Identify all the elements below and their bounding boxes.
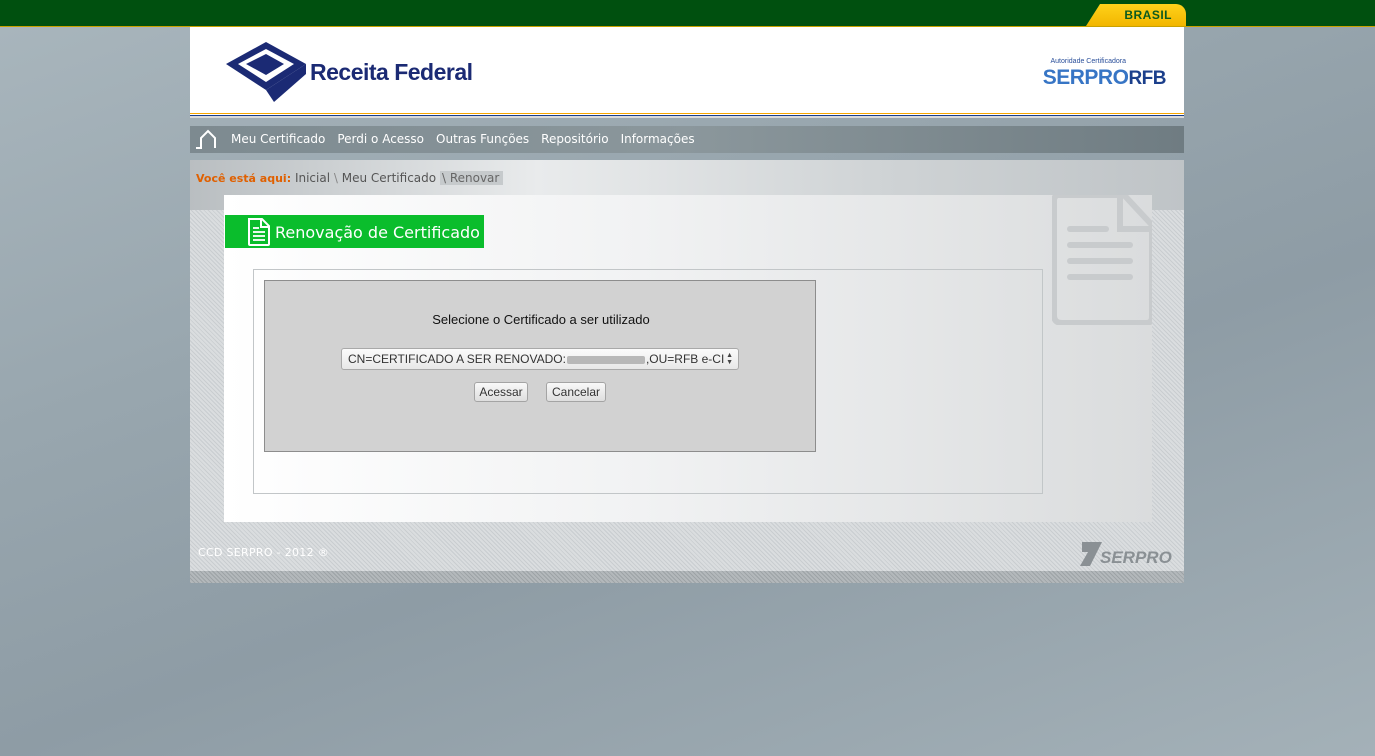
brasil-label: BRASIL	[1124, 8, 1172, 22]
nav-item-repositorio[interactable]: Repositório	[541, 132, 608, 146]
cancelar-button[interactable]: Cancelar	[546, 382, 606, 402]
breadcrumb-label: Você está aqui:	[196, 172, 292, 185]
brasil-link[interactable]: BRASIL	[1086, 4, 1186, 26]
serpro-logo-text: SERPRO	[1100, 548, 1172, 567]
section-title-bar: Renovação de Certificado	[225, 215, 484, 248]
certificate-select[interactable]: CN=CERTIFICADO A SER RENOVADO: ,OU=RFB e-…	[341, 348, 739, 370]
section-title: Renovação de Certificado	[275, 223, 480, 242]
acessar-button[interactable]: Acessar	[474, 382, 528, 402]
serpro-rfb-logo-suffix: RFB	[1128, 68, 1166, 89]
breadcrumb-renovar: Renovar	[449, 171, 500, 185]
document-watermark-icon	[1052, 195, 1152, 325]
dialog-prompt: Selecione o Certificado a ser utilizado	[432, 312, 650, 327]
nav-item-meu-certificado[interactable]: Meu Certificado	[231, 132, 325, 146]
receita-federal-logo-icon	[226, 42, 306, 102]
breadcrumb: Você está aqui: Inicial \ Meu Certificad…	[196, 171, 504, 185]
breadcrumb-meu-certificado[interactable]: Meu Certificado	[342, 171, 436, 185]
certificate-select-suffix: ,OU=RFB e-CI	[645, 352, 725, 366]
header-stripes	[190, 113, 1184, 118]
serpro-rfb-logo: SERPRORFB	[1042, 66, 1167, 90]
certificate-select-value: CN=CERTIFICADO A SER RENOVADO: ,OU=RFB e-…	[348, 352, 724, 366]
bottom-strip	[190, 571, 1184, 583]
breadcrumb-inicial[interactable]: Inicial	[295, 171, 330, 185]
nav-item-perdi-o-acesso[interactable]: Perdi o Acesso	[337, 132, 424, 146]
home-icon[interactable]	[195, 129, 217, 149]
footer-copyright: CCD SERPRO - 2012 ®	[198, 546, 329, 559]
certificate-dialog: Selecione o Certificado a ser utilizado …	[264, 280, 816, 452]
footer: CCD SERPRO - 2012 ® SERPRO	[190, 535, 1184, 571]
breadcrumb-separator: \	[333, 171, 338, 185]
government-bar: BRASIL	[0, 0, 1375, 27]
certificate-select-prefix: CN=CERTIFICADO A SER RENOVADO:	[348, 352, 566, 366]
site-header: Receita Federal Autoridade Certificadora…	[190, 27, 1184, 113]
serpro-rfb-logo-main: SERPRO	[1042, 66, 1129, 89]
authority-small-text: Autoridade Certificadora	[1050, 58, 1127, 65]
receita-federal-logo-text: Receita Federal	[310, 59, 473, 85]
nav-item-informacoes[interactable]: Informações	[621, 132, 695, 146]
redacted-value	[566, 355, 645, 364]
serpro-logo-icon	[1080, 542, 1102, 566]
main-nav: Meu Certificado Perdi o Acesso Outras Fu…	[190, 126, 1184, 153]
select-arrows-icon: ▲ ▼	[726, 352, 733, 366]
breadcrumb-current: \ Renovar	[439, 171, 504, 185]
breadcrumb-separator-2: \	[441, 171, 446, 185]
document-icon	[248, 218, 270, 246]
nav-item-outras-funcoes[interactable]: Outras Funções	[436, 132, 529, 146]
footer-serpro-logo: SERPRO	[1078, 540, 1172, 568]
